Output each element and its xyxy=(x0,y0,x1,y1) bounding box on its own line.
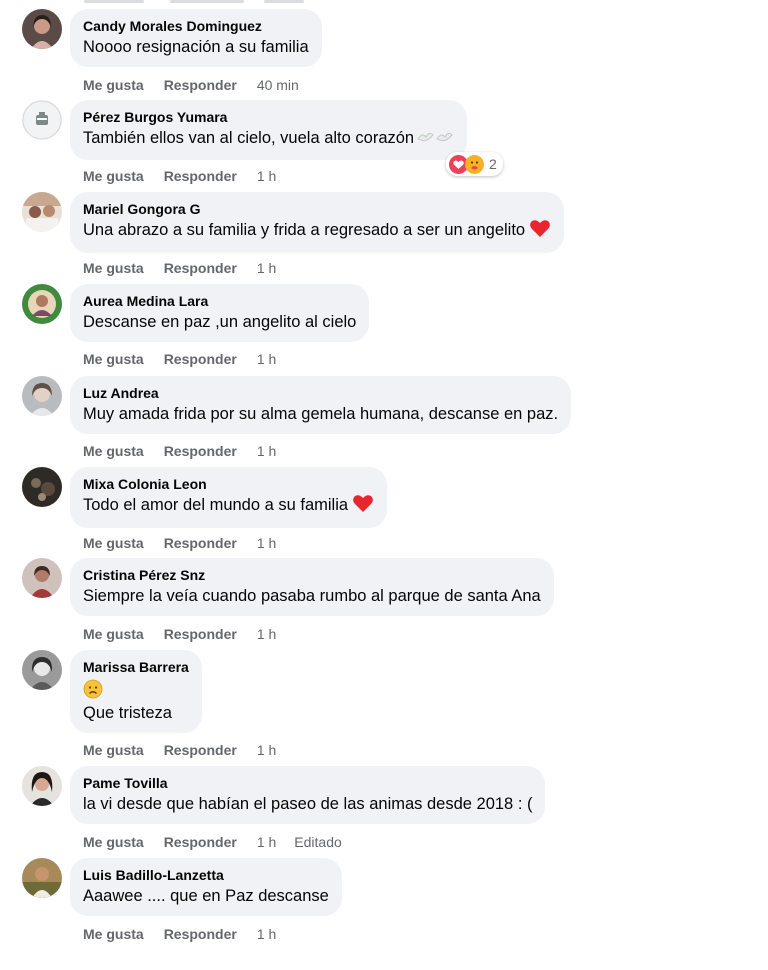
avatar[interactable] xyxy=(22,9,62,49)
reply-button[interactable]: Responder xyxy=(164,351,237,367)
reply-button[interactable]: Responder xyxy=(164,260,237,276)
comment-time[interactable]: 1 h xyxy=(257,351,276,367)
comment-text-content: También ellos van al cielo, vuela alto c… xyxy=(83,129,415,147)
like-button[interactable]: Me gusta xyxy=(83,742,144,758)
avatar[interactable] xyxy=(22,558,62,598)
comment-bubble: Candy Morales Dominguez Noooo resignació… xyxy=(70,9,322,67)
comment-time[interactable]: 1 h xyxy=(257,260,276,276)
comment-author[interactable]: Candy Morales Dominguez xyxy=(83,17,309,36)
comment-time[interactable]: 1 h xyxy=(257,168,276,184)
comment-bubble: Pame Tovilla la vi desde que habían el p… xyxy=(70,766,546,824)
comment-actions: Me gusta Responder 1 h xyxy=(83,925,294,943)
comment-bubble: Mariel Gongora G Una abrazo a su familia… xyxy=(70,192,565,253)
reply-button[interactable]: Responder xyxy=(164,77,237,93)
sad-face-emoji xyxy=(83,679,103,699)
comment-actions: Me gusta Responder 1 h xyxy=(83,625,294,643)
comment-author[interactable]: Aurea Medina Lara xyxy=(83,292,356,311)
comment-actions: Me gusta Responder 1 h xyxy=(83,350,294,368)
comment-text-content: Todo el amor del mundo a su familia xyxy=(83,496,349,514)
avatar[interactable] xyxy=(22,766,62,806)
comment-time[interactable]: 1 h xyxy=(257,626,276,642)
comment-bubble: Mixa Colonia Leon Todo el amor del mundo… xyxy=(70,467,388,528)
comment-time[interactable]: 1 h xyxy=(257,834,276,850)
comment-text: Que tristeza xyxy=(83,704,172,722)
like-button[interactable]: Me gusta xyxy=(83,168,144,184)
red-heart-emoji xyxy=(352,494,374,519)
reply-button[interactable]: Responder xyxy=(164,834,237,850)
comment-actions: Me gusta Responder 1 h xyxy=(83,167,294,185)
like-button[interactable]: Me gusta xyxy=(83,260,144,276)
reply-button[interactable]: Responder xyxy=(164,443,237,459)
avatar[interactable] xyxy=(22,284,62,324)
like-button[interactable]: Me gusta xyxy=(83,443,144,459)
avatar[interactable] xyxy=(22,376,62,416)
comment-author[interactable]: Luis Badillo-Lanzetta xyxy=(83,866,329,885)
like-button[interactable]: Me gusta xyxy=(83,926,144,942)
comment-bubble: Aurea Medina Lara Descanse en paz ,un an… xyxy=(70,284,370,342)
avatar[interactable] xyxy=(22,467,62,507)
avatar[interactable] xyxy=(22,650,62,690)
reaction-summary[interactable]: 2 xyxy=(446,152,503,176)
reaction-count: 2 xyxy=(489,156,497,172)
comment-actions: Me gusta Responder 1 h xyxy=(83,259,294,277)
comment-time[interactable]: 40 min xyxy=(257,77,299,93)
comment-text: Una abrazo a su familia y frida a regres… xyxy=(83,219,551,244)
comment-author[interactable]: Mariel Gongora G xyxy=(83,200,551,219)
reply-button[interactable]: Responder xyxy=(164,535,237,551)
reply-button[interactable]: Responder xyxy=(164,168,237,184)
comment-author[interactable]: Pérez Burgos Yumara xyxy=(83,108,454,127)
avatar[interactable] xyxy=(22,858,62,898)
comment-bubble: Luis Badillo-Lanzetta Aaawee .... que en… xyxy=(70,858,342,916)
like-button[interactable]: Me gusta xyxy=(83,834,144,850)
like-button[interactable]: Me gusta xyxy=(83,626,144,642)
red-heart-emoji xyxy=(529,219,551,244)
doves-emoji xyxy=(416,129,454,151)
comment-text: También ellos van al cielo, vuela alto c… xyxy=(83,127,454,151)
comment-text: Todo el amor del mundo a su familia xyxy=(83,494,374,519)
comment-text-content: Una abrazo a su familia y frida a regres… xyxy=(83,221,526,239)
comment-text: Aaawee .... que en Paz descanse xyxy=(83,887,329,905)
edited-label[interactable]: Editado xyxy=(294,834,341,850)
comment-bubble: Marissa Barrera Que tristeza xyxy=(70,650,202,733)
comment-bubble: Pérez Burgos Yumara También ellos van al… xyxy=(70,100,468,160)
comment-text: Muy amada frida por su alma gemela human… xyxy=(83,405,559,423)
previous-comment-edge xyxy=(0,0,768,4)
comment-time[interactable]: 1 h xyxy=(257,742,276,758)
comment-author[interactable]: Pame Tovilla xyxy=(83,774,532,793)
like-button[interactable]: Me gusta xyxy=(83,351,144,367)
comment-text: Noooo resignación a su familia xyxy=(83,38,309,56)
comment-text: Descanse en paz ,un angelito al cielo xyxy=(83,313,357,331)
comment-text: la vi desde que habían el paseo de las a… xyxy=(83,795,533,813)
like-button[interactable]: Me gusta xyxy=(83,535,144,551)
care-reaction-icon xyxy=(465,154,484,174)
comment-bubble: Luz Andrea Muy amada frida por su alma g… xyxy=(70,376,572,434)
comment-actions: Me gusta Responder 1 h Editado xyxy=(83,833,342,851)
like-button[interactable]: Me gusta xyxy=(83,77,144,93)
comment-author[interactable]: Marissa Barrera xyxy=(83,658,189,677)
comment-author[interactable]: Luz Andrea xyxy=(83,384,558,403)
reply-button[interactable]: Responder xyxy=(164,626,237,642)
comment-bubble: Cristina Pérez Snz Siempre la veía cuand… xyxy=(70,558,554,616)
reply-button[interactable]: Responder xyxy=(164,742,237,758)
comment-text: Siempre la veía cuando pasaba rumbo al p… xyxy=(83,587,541,605)
comment-actions: Me gusta Responder 1 h xyxy=(83,442,294,460)
comment-actions: Me gusta Responder 1 h xyxy=(83,741,294,759)
reply-button[interactable]: Responder xyxy=(164,926,237,942)
comment-actions: Me gusta Responder 40 min xyxy=(83,76,317,94)
comment-actions: Me gusta Responder 1 h xyxy=(83,534,294,552)
comment-author[interactable]: Mixa Colonia Leon xyxy=(83,475,374,494)
avatar[interactable] xyxy=(22,192,62,232)
comment-time[interactable]: 1 h xyxy=(257,443,276,459)
comment-time[interactable]: 1 h xyxy=(257,926,276,942)
comment-time[interactable]: 1 h xyxy=(257,535,276,551)
comment-author[interactable]: Cristina Pérez Snz xyxy=(83,566,541,585)
avatar[interactable] xyxy=(22,100,62,140)
